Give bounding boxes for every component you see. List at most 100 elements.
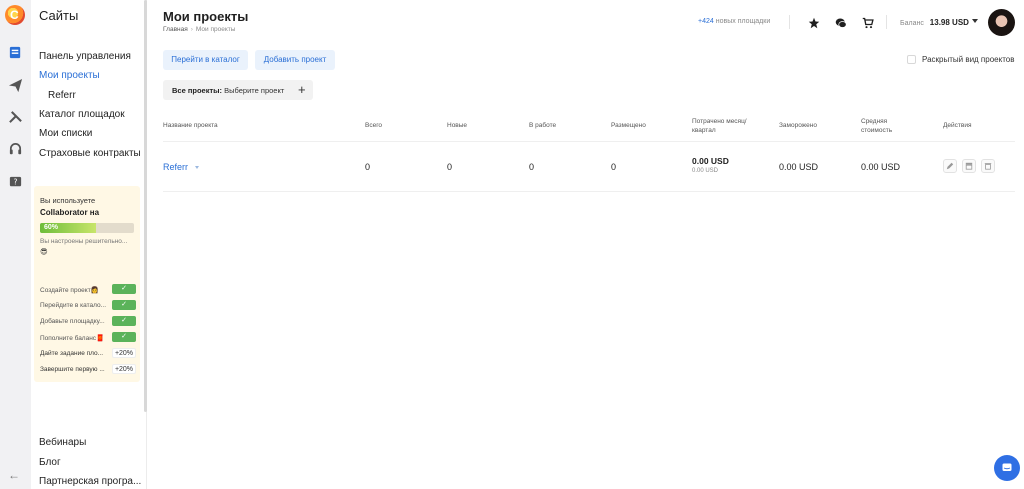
header-divider	[789, 15, 790, 29]
sidebar-item-referr[interactable]: Referr	[48, 90, 76, 101]
task-label: Добавьте площадку...	[40, 318, 105, 325]
breadcrumb-separator: ›	[190, 26, 193, 33]
header-divider	[886, 15, 887, 29]
breadcrumb-home[interactable]: Главная	[163, 26, 188, 33]
sidebar-item-my-projects[interactable]: Мои проекты	[39, 70, 100, 81]
plus-icon[interactable]: +	[298, 82, 306, 97]
onboarding-task[interactable]: Создайте проект👩 ✓	[40, 284, 136, 296]
svg-text:?: ?	[14, 177, 18, 186]
chevron-down-icon[interactable]	[195, 166, 199, 169]
balance-dropdown-icon[interactable]	[972, 19, 978, 23]
pencil-icon	[946, 162, 954, 170]
onboarding-progress: 60%	[40, 223, 134, 233]
sidebar-item-dashboard[interactable]: Панель управления	[39, 51, 131, 62]
task-label: Дайте задание пло...	[40, 350, 104, 357]
sidebar-item-blog[interactable]: Блог	[39, 457, 61, 468]
cart-icon[interactable]	[862, 16, 874, 29]
column-header-total: Всего	[365, 122, 383, 129]
sidebar-item-partner[interactable]: Партнерская програ...	[39, 476, 141, 487]
new-sites-link[interactable]: +424 новых площадки	[698, 18, 770, 25]
task-bonus-badge: +20%	[112, 348, 136, 358]
sidebar-item-catalog[interactable]: Каталог площадок	[39, 109, 125, 120]
edit-button[interactable]	[943, 159, 957, 173]
cell-placed: 0	[611, 162, 617, 172]
task-label: Создайте проект👩	[40, 287, 99, 294]
column-header-new: Новые	[447, 122, 468, 129]
task-label: Перейдите в катало...	[40, 302, 107, 309]
cell-spent-quarter: 0.00 USD	[692, 168, 719, 174]
cell-avg-cost: 0.00 USD	[861, 162, 901, 172]
chat-bubble-icon	[1002, 463, 1012, 471]
project-filter-text: Все проекты: Выберите проект	[172, 86, 284, 95]
task-label: Завершите первую ...	[40, 366, 105, 373]
table-divider	[163, 141, 1015, 142]
column-header-in-work: В работе	[529, 122, 557, 129]
support-chat-button[interactable]	[994, 455, 1020, 481]
sites-icon[interactable]	[8, 45, 23, 60]
new-sites-label: новых площадки	[715, 18, 771, 25]
cell-spent-month: 0.00 USD	[692, 156, 729, 166]
go-to-catalog-button[interactable]: Перейти в каталог	[163, 50, 248, 70]
help-icon[interactable]: ?	[8, 175, 23, 190]
onboarding-note-emoji: 😎	[40, 247, 48, 256]
cell-frozen: 0.00 USD	[779, 162, 819, 172]
page-title: Мои проекты	[163, 9, 249, 24]
column-header-avg-cost: Средняя стоимость	[861, 118, 893, 134]
icon-rail: C ? ←	[0, 0, 31, 489]
task-bonus-badge: +20%	[112, 364, 136, 374]
column-header-frozen: Заморожено	[779, 122, 817, 129]
onboarding-card: Вы используете Collaborator на 60% Вы на…	[34, 186, 140, 382]
balance[interactable]: Баланс 13.98 USD	[900, 18, 969, 27]
sidebar-scrollbar[interactable]	[144, 0, 147, 412]
onboarding-task[interactable]: Дайте задание пло... +20%	[40, 348, 136, 360]
onboarding-task[interactable]: Пополните баланс🧧 ✓	[40, 332, 136, 344]
column-header-placed: Размещено	[611, 122, 646, 129]
project-name-link[interactable]: Referr	[163, 162, 188, 172]
add-project-button[interactable]: Добавить проект	[255, 50, 335, 70]
archive-icon	[965, 162, 973, 170]
task-done-badge: ✓	[112, 284, 136, 294]
task-done-badge: ✓	[112, 332, 136, 342]
task-done-badge: ✓	[112, 300, 136, 310]
task-done-badge: ✓	[112, 316, 136, 326]
task-label: Пополните баланс🧧	[40, 335, 105, 342]
project-filter[interactable]: Все проекты: Выберите проект +	[163, 80, 313, 100]
onboarding-progress-label: 60%	[44, 224, 59, 231]
new-sites-count: +424	[698, 18, 714, 25]
filter-value: Выберите проект	[224, 86, 285, 95]
column-header-actions: Действия	[943, 122, 972, 129]
sidebar-item-insurance[interactable]: Страховые контракты	[39, 148, 141, 159]
collapse-arrow-icon[interactable]: ←	[8, 468, 20, 482]
onboarding-task[interactable]: Перейдите в катало... ✓	[40, 300, 136, 312]
archive-button[interactable]	[962, 159, 976, 173]
star-icon[interactable]	[808, 16, 820, 29]
onboarding-line2: Collaborator на	[40, 208, 100, 217]
onboarding-line1: Вы используете	[40, 196, 96, 205]
onboarding-note: Вы настроены решительно...	[40, 238, 128, 245]
table-divider	[163, 191, 1015, 192]
sidebar-title: Сайты	[39, 8, 79, 23]
balance-label: Баланс	[900, 20, 924, 27]
avatar[interactable]	[988, 9, 1015, 36]
send-icon[interactable]	[8, 78, 23, 93]
delete-button[interactable]	[981, 159, 995, 173]
cell-in-work: 0	[529, 162, 535, 172]
chat-icon[interactable]	[835, 16, 847, 28]
expanded-view-checkbox[interactable]	[907, 55, 916, 64]
column-header-name: Название проекта	[163, 122, 218, 129]
cell-new: 0	[447, 162, 453, 172]
sidebar-item-my-lists[interactable]: Мои списки	[39, 128, 92, 139]
sidebar-item-webinars[interactable]: Вебинары	[39, 437, 86, 448]
onboarding-task[interactable]: Завершите первую ... +20%	[40, 364, 136, 376]
expanded-view-label[interactable]: Раскрытый вид проектов	[922, 55, 1014, 64]
breadcrumb: Главная › Мои проекты	[163, 26, 235, 33]
collaborator-logo[interactable]: C	[5, 5, 25, 25]
column-header-spent: Потрачено месяц/квартал	[692, 118, 747, 134]
breadcrumb-current: Мои проекты	[195, 26, 236, 33]
headset-icon[interactable]	[8, 142, 23, 157]
onboarding-task[interactable]: Добавьте площадку... ✓	[40, 316, 136, 328]
filter-prefix: Все проекты:	[172, 86, 223, 95]
tools-icon[interactable]	[8, 110, 23, 125]
balance-value: 13.98 USD	[929, 18, 969, 27]
trash-icon	[984, 163, 992, 170]
